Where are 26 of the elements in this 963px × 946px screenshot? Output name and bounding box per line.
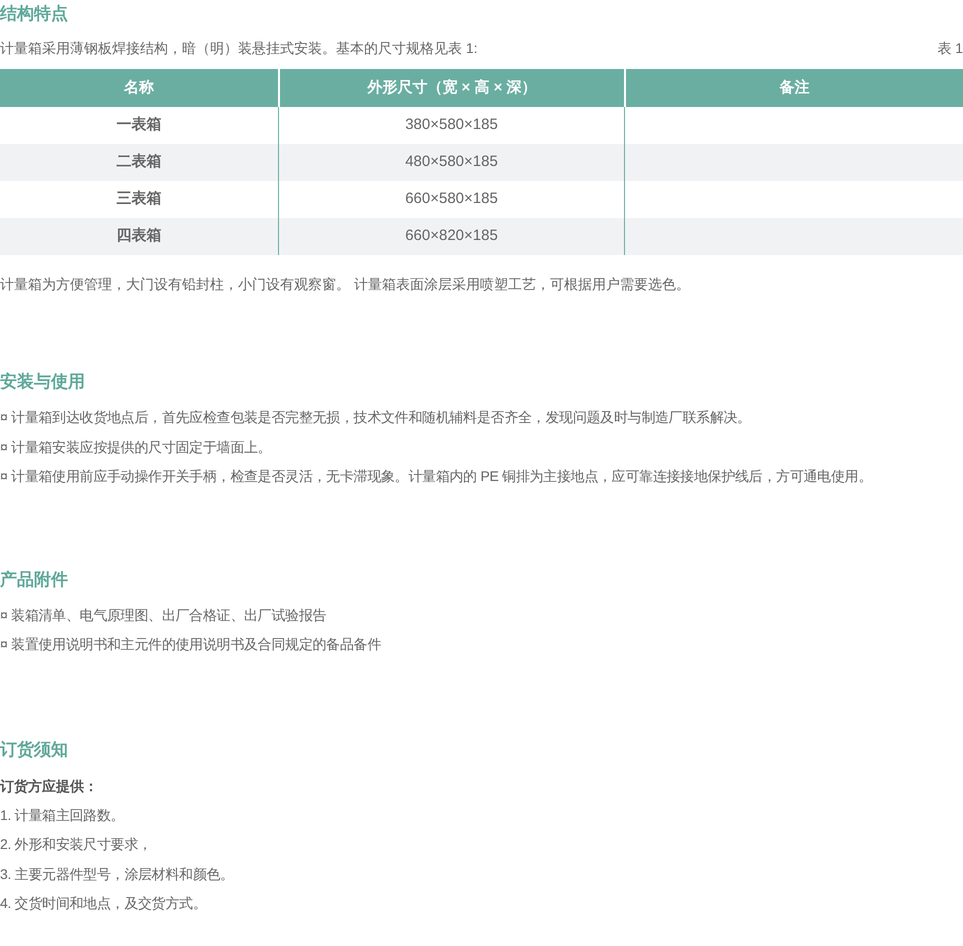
list-item: ¤ 装箱清单、电气原理图、出厂合格证、出厂试验报告 <box>0 606 328 624</box>
table-cell-text: 三表箱 <box>116 189 162 210</box>
lead-text: 订货方应提供： <box>0 776 99 796</box>
list-item: ¤ 装置使用说明书和主元件的使用说明书及合同规定的备品备件 <box>0 635 382 654</box>
list-item: ¤ 计量箱使用前应手动操作开关手柄，检查是否灵活，无卡滞现象。计量箱内的 PE 铜排为主接地点，应可靠连接接地保护线后，方可通电使用。 <box>0 467 874 486</box>
list-item: 2. 外形和安装尺寸要求， <box>0 835 153 854</box>
table-cell-text: 660×580×185 <box>405 189 498 210</box>
table-caption: 表 1 <box>937 39 963 58</box>
note-text: 计量箱为方便管理，大门设有铅封柱，小门设有观察窗。 计量箱表面涂层采用喷塑工艺，可根据用户需要选色。 <box>0 275 691 294</box>
table-cell-text: 660×820×185 <box>405 226 498 246</box>
list-item: ¤ 计量箱到达收货地点后，首先应检查包装是否完整无损，技术文件和随机辅料是否齐全，发现问题及时与制造厂联系解决。 <box>0 408 752 427</box>
list-item: ¤ 计量箱安装应按提供的尺寸固定于墙面上。 <box>0 438 272 456</box>
section-heading: 安装与使用 <box>0 371 86 393</box>
column-header: 名称 <box>122 78 155 98</box>
table-cell-text: 380×580×185 <box>405 115 498 136</box>
table-cell-text: 四表箱 <box>116 226 162 246</box>
table-cell-text: 二表箱 <box>116 152 162 172</box>
section-heading: 结构特点 <box>0 3 69 25</box>
section-heading: 产品附件 <box>0 568 69 590</box>
section-heading: 订货须知 <box>0 738 69 760</box>
table-cell-text: 480×580×185 <box>405 152 498 172</box>
list-item: 1. 计量箱主回路数。 <box>0 806 126 824</box>
table-cell-text: 一表箱 <box>116 115 162 136</box>
list-item: 3. 主要元器件型号，涂层材料和颜色。 <box>0 864 235 884</box>
list-item: 4. 交货时间和地点，及交货方式。 <box>0 894 208 913</box>
intro-text: 计量箱采用薄钢板焊接结构，暗（明）装悬挂式安装。基本的尺寸规格见表 1: <box>0 39 478 58</box>
